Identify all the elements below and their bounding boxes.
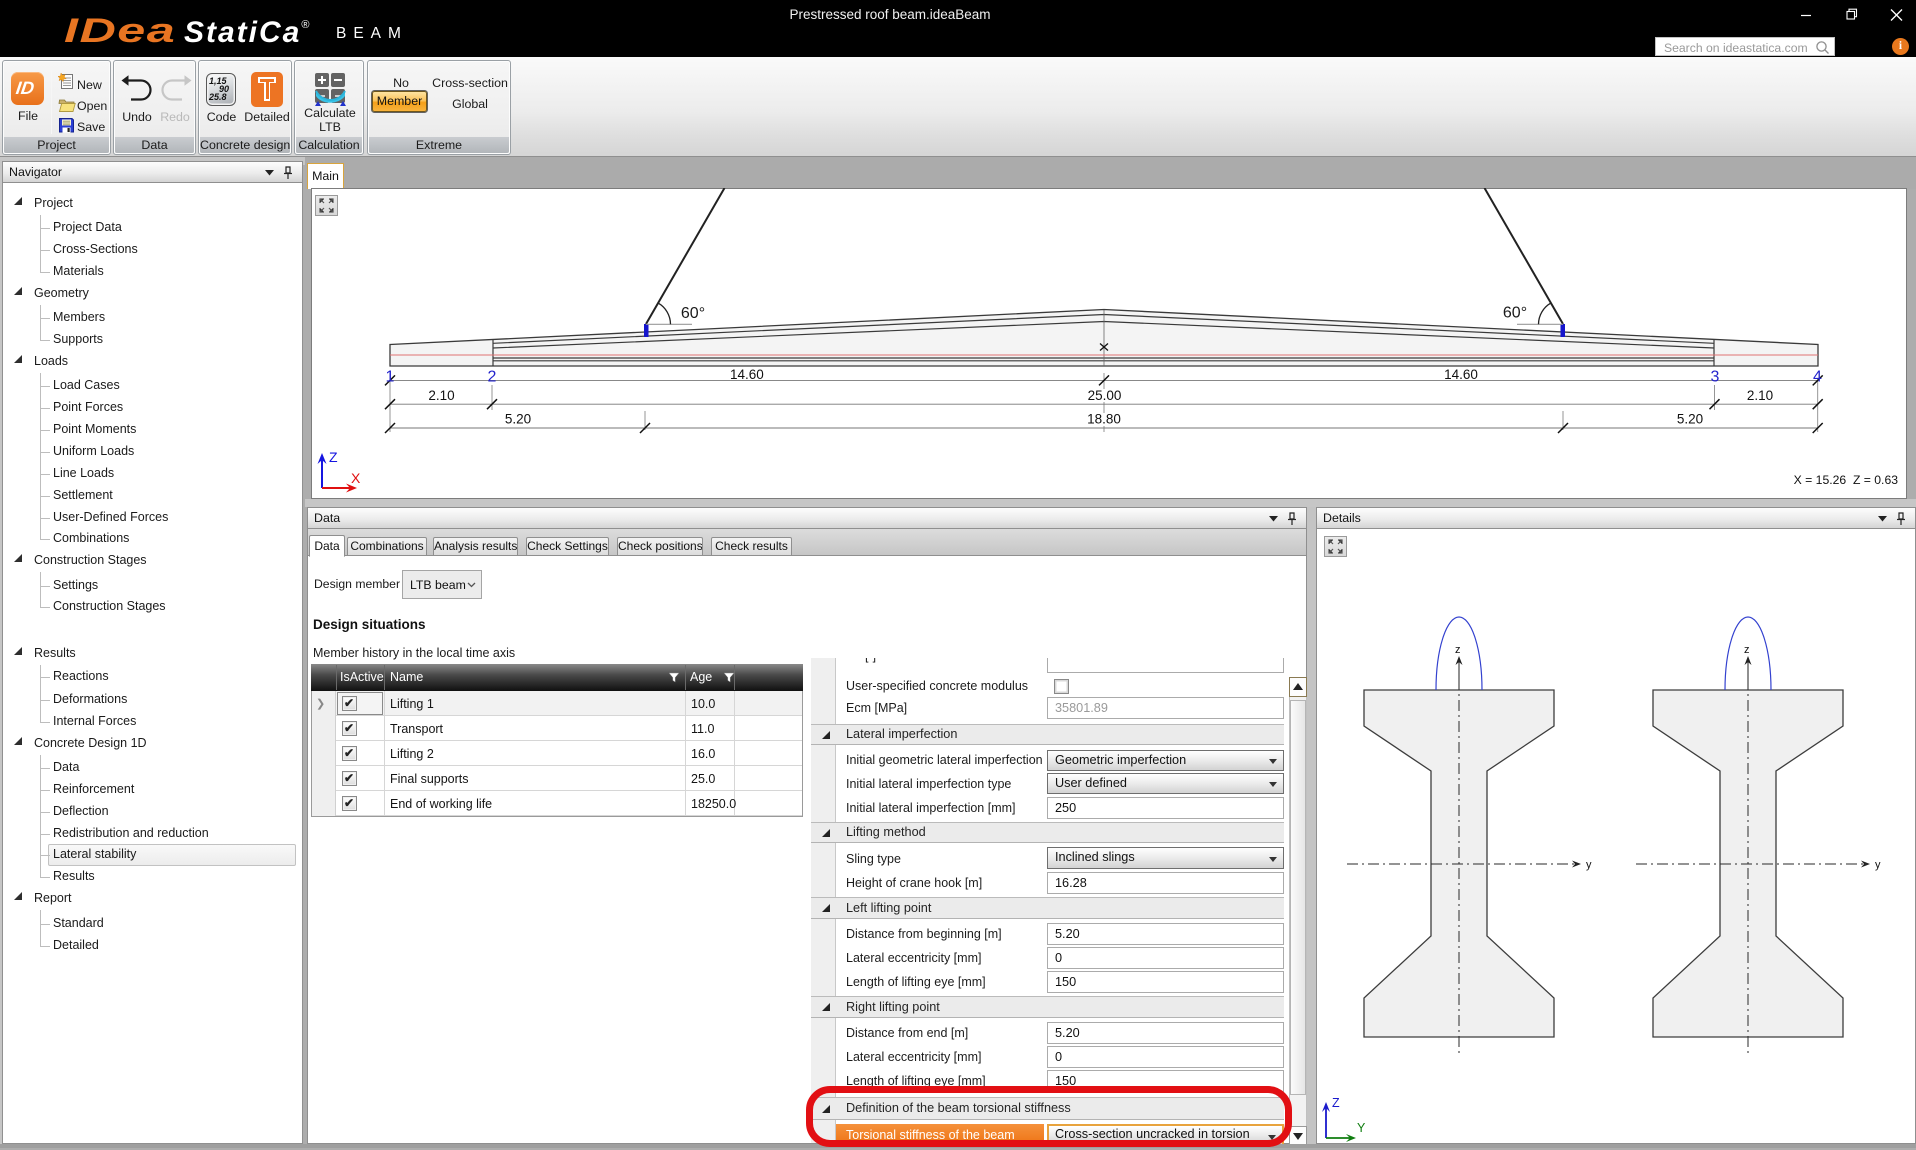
svg-text:Z: Z xyxy=(1332,1096,1340,1110)
svg-text:Y: Y xyxy=(1357,1121,1366,1135)
svg-text:X = 15.26 Z = 0.63: X = 15.26 Z = 0.63 xyxy=(1794,473,1899,487)
svg-text:4: 4 xyxy=(1813,369,1822,386)
svg-text:5.20: 5.20 xyxy=(505,412,531,427)
svg-text:z: z xyxy=(1744,644,1750,656)
svg-text:18.80: 18.80 xyxy=(1087,412,1121,427)
svg-text:y: y xyxy=(1586,859,1592,871)
svg-text:Z: Z xyxy=(329,449,338,465)
svg-text:y: y xyxy=(1875,859,1881,871)
svg-text:60°: 60° xyxy=(681,305,705,322)
svg-text:2: 2 xyxy=(488,369,497,386)
svg-text:60°: 60° xyxy=(1503,305,1527,322)
svg-text:X: X xyxy=(351,470,361,486)
svg-text:14.60: 14.60 xyxy=(730,367,764,382)
svg-text:1: 1 xyxy=(386,369,395,386)
svg-text:3: 3 xyxy=(1711,369,1720,386)
svg-text:25.00: 25.00 xyxy=(1088,388,1122,403)
svg-text:14.60: 14.60 xyxy=(1444,367,1478,382)
svg-text:5.20: 5.20 xyxy=(1677,412,1703,427)
svg-text:z: z xyxy=(1455,644,1461,656)
svg-text:2.10: 2.10 xyxy=(428,388,454,403)
svg-text:2.10: 2.10 xyxy=(1747,388,1773,403)
